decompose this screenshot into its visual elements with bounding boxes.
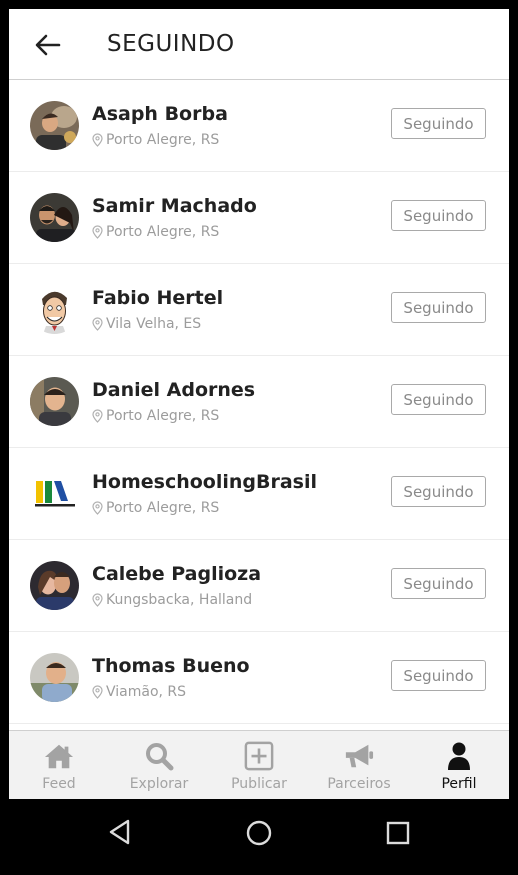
user-name[interactable]: Calebe Paglioza — [92, 563, 261, 585]
person-icon — [448, 742, 470, 770]
nav-item-publish[interactable]: Publicar — [209, 731, 309, 799]
user-location: Vila Velha, ES — [92, 316, 201, 332]
following-button[interactable]: Seguindo — [391, 660, 486, 691]
nav-item-profile[interactable]: Perfil — [409, 731, 509, 799]
list-item[interactable]: Samir Machado Porto Alegre, RS Seguindo — [9, 172, 509, 264]
square-recents-icon — [386, 821, 410, 845]
avatar[interactable] — [30, 653, 79, 702]
search-icon — [146, 743, 174, 771]
list-item[interactable]: Thomas Bueno Viamão, RS Seguindo — [9, 632, 509, 724]
user-location: Porto Alegre, RS — [92, 408, 219, 424]
megaphone-icon — [345, 744, 374, 768]
circle-home-icon — [246, 820, 272, 846]
system-home-button[interactable] — [245, 819, 273, 851]
back-button[interactable] — [33, 30, 63, 60]
following-button[interactable]: Seguindo — [391, 384, 486, 415]
user-name[interactable]: Fabio Hertel — [92, 287, 223, 309]
avatar[interactable] — [30, 469, 79, 518]
location-pin-icon — [92, 685, 103, 699]
arrow-left-icon — [35, 34, 61, 56]
following-button[interactable]: Seguindo — [391, 476, 486, 507]
top-app-bar: SEGUINDO — [9, 9, 509, 80]
location-pin-icon — [92, 593, 103, 607]
system-navigation-bar — [0, 799, 518, 875]
user-location-text: Porto Alegre, RS — [106, 132, 220, 148]
nav-label-feed: Feed — [42, 776, 76, 792]
list-item[interactable]: Daniel Adornes Porto Alegre, RS Seguindo — [9, 356, 509, 448]
location-pin-icon — [92, 317, 103, 331]
user-name[interactable]: Asaph Borba — [92, 103, 228, 125]
user-location: Kungsbacka, Halland — [92, 592, 252, 608]
following-list: Asaph Borba Porto Alegre, RS Seguindo Sa… — [9, 80, 509, 724]
home-icon — [44, 744, 74, 769]
nav-item-feed[interactable]: Feed — [9, 731, 109, 799]
avatar[interactable] — [30, 101, 79, 150]
user-name[interactable]: Thomas Bueno — [92, 655, 250, 677]
page-title: SEGUINDO — [107, 31, 235, 57]
location-pin-icon — [92, 409, 103, 423]
user-location: Porto Alegre, RS — [92, 500, 219, 516]
user-name[interactable]: Samir Machado — [92, 195, 257, 217]
triangle-back-icon — [109, 819, 130, 845]
user-location-text: Kungsbacka, Halland — [106, 592, 253, 608]
avatar[interactable] — [30, 193, 79, 242]
user-location-text: Vila Velha, ES — [106, 316, 202, 332]
bottom-navigation: Feed Explorar Publicar Parceiros Perfil — [9, 730, 509, 799]
system-recents-button[interactable] — [385, 820, 411, 850]
user-name[interactable]: Daniel Adornes — [92, 379, 255, 401]
avatar[interactable] — [30, 377, 79, 426]
nav-label-profile: Perfil — [441, 776, 477, 792]
user-location: Viamão, RS — [92, 684, 186, 700]
nav-label-explore: Explorar — [129, 776, 189, 792]
list-item[interactable]: Calebe Paglioza Kungsbacka, Halland Segu… — [9, 540, 509, 632]
user-location-text: Porto Alegre, RS — [106, 224, 220, 240]
user-location-text: Porto Alegre, RS — [106, 500, 220, 516]
list-item[interactable]: Fabio Hertel Vila Velha, ES Seguindo — [9, 264, 509, 356]
following-button[interactable]: Seguindo — [391, 292, 486, 323]
nav-label-partners: Parceiros — [327, 776, 391, 792]
following-button[interactable]: Seguindo — [391, 108, 486, 139]
following-button[interactable]: Seguindo — [391, 200, 486, 231]
nav-item-partners[interactable]: Parceiros — [309, 731, 409, 799]
list-item[interactable]: HomeschoolingBrasil Porto Alegre, RS Seg… — [9, 448, 509, 540]
nav-item-explore[interactable]: Explorar — [109, 731, 209, 799]
list-item[interactable]: Asaph Borba Porto Alegre, RS Seguindo — [9, 80, 509, 172]
avatar[interactable] — [30, 285, 79, 334]
user-location: Porto Alegre, RS — [92, 132, 219, 148]
user-location: Porto Alegre, RS — [92, 224, 219, 240]
location-pin-icon — [92, 133, 103, 147]
app-screen: SEGUINDO Asaph Borba Porto Alegre, RS Se… — [9, 9, 509, 799]
user-name[interactable]: HomeschoolingBrasil — [92, 471, 317, 493]
user-location-text: Viamão, RS — [106, 684, 187, 700]
location-pin-icon — [92, 501, 103, 515]
following-button[interactable]: Seguindo — [391, 568, 486, 599]
location-pin-icon — [92, 225, 103, 239]
avatar[interactable] — [30, 561, 79, 610]
user-location-text: Porto Alegre, RS — [106, 408, 220, 424]
plus-square-icon — [244, 741, 274, 771]
system-back-button[interactable] — [106, 818, 134, 850]
nav-label-publish: Publicar — [231, 776, 287, 792]
